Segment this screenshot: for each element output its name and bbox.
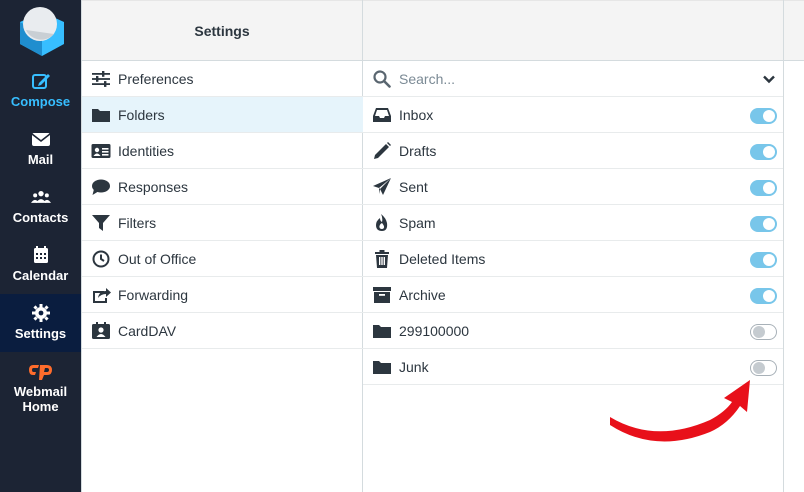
settings-item-label: Out of Office	[118, 251, 197, 267]
settings-item-label: Folders	[118, 107, 165, 123]
archive-icon	[373, 287, 391, 303]
nav-mail[interactable]: Mail	[0, 120, 81, 178]
folder-label: Inbox	[399, 107, 434, 123]
settings-item-label: Responses	[118, 179, 189, 195]
folder-icon	[373, 325, 391, 338]
nav-contacts[interactable]: Contacts	[0, 178, 81, 236]
folder-row-archive[interactable]: Archive	[363, 277, 783, 313]
clock-icon	[92, 250, 110, 268]
nav-settings-label: Settings	[14, 326, 67, 341]
trash-icon	[375, 250, 389, 268]
comment-icon	[92, 179, 110, 195]
content-edge	[784, 0, 804, 492]
paper-plane-icon	[373, 178, 391, 195]
folder-label: Drafts	[399, 143, 437, 159]
mail-icon	[31, 133, 50, 146]
settings-item-label: Preferences	[118, 71, 194, 87]
subscribe-toggle[interactable]	[750, 216, 777, 232]
folder-icon	[92, 109, 110, 122]
nav-settings[interactable]: Settings	[0, 294, 81, 352]
folder-label: 299100000	[399, 323, 470, 339]
settings-item-carddav[interactable]: CardDAV	[82, 313, 363, 349]
share-icon	[93, 288, 111, 303]
nav-webmail-home[interactable]: Webmail Home	[0, 352, 81, 414]
calendar-icon	[33, 246, 48, 263]
id-card-icon	[91, 144, 111, 158]
fire-icon	[376, 214, 388, 231]
cpanel-icon	[28, 365, 52, 380]
roundcube-logo	[20, 7, 64, 56]
pencil-icon	[374, 142, 391, 159]
settings-item-responses[interactable]: Responses	[82, 169, 363, 205]
nav-compose[interactable]: Compose	[0, 62, 81, 120]
settings-item-label: Forwarding	[118, 287, 189, 303]
folder-label: Spam	[399, 215, 436, 231]
folder-label: Sent	[399, 179, 428, 195]
filter-icon	[92, 215, 110, 231]
folder-label: Deleted Items	[399, 251, 486, 267]
subscribe-toggle[interactable]	[750, 144, 777, 160]
nav-mail-label: Mail	[27, 152, 54, 167]
main-navigation: Compose Mail Contacts Calendar Settings …	[0, 0, 81, 492]
settings-item-out-of-office[interactable]: Out of Office	[82, 241, 363, 277]
subscribe-toggle[interactable]	[750, 252, 777, 268]
contacts-icon	[30, 191, 51, 203]
subscribe-toggle[interactable]	[750, 180, 777, 196]
subscribe-toggle[interactable]	[750, 324, 777, 340]
folder-label: Archive	[399, 287, 446, 303]
address-book-icon	[92, 322, 110, 339]
folder-label: Junk	[399, 359, 429, 375]
content-header	[784, 0, 804, 61]
settings-item-folders[interactable]: Folders	[82, 97, 363, 133]
nav-calendar-label: Calendar	[12, 268, 69, 283]
settings-item-label: Filters	[118, 215, 157, 231]
search-input[interactable]	[399, 69, 729, 89]
folder-row-deleted-items[interactable]: Deleted Items	[363, 241, 783, 277]
chevron-down-icon[interactable]	[762, 72, 776, 86]
compose-icon	[31, 74, 50, 89]
folder-search	[363, 61, 783, 97]
nav-webmail-home-label: Webmail Home	[13, 384, 68, 414]
settings-item-filters[interactable]: Filters	[82, 205, 363, 241]
settings-icon	[31, 304, 50, 322]
sliders-icon	[92, 71, 110, 87]
folder-row-drafts[interactable]: Drafts	[363, 133, 783, 169]
subscribe-toggle[interactable]	[750, 108, 777, 124]
folder-row-spam[interactable]: Spam	[363, 205, 783, 241]
nav-calendar[interactable]: Calendar	[0, 236, 81, 294]
settings-item-label: Identities	[118, 143, 175, 159]
settings-title: Settings	[194, 23, 250, 39]
inbox-icon	[373, 108, 391, 122]
search-icon	[373, 70, 391, 88]
folder-row-299100000[interactable]: 299100000	[363, 313, 783, 349]
nav-contacts-label: Contacts	[12, 210, 69, 225]
folder-icon	[373, 361, 391, 374]
settings-item-label: CardDAV	[118, 323, 177, 339]
settings-header: Settings	[82, 0, 362, 61]
folder-row-sent[interactable]: Sent	[363, 169, 783, 205]
settings-item-forwarding[interactable]: Forwarding	[82, 277, 363, 313]
folder-row-inbox[interactable]: Inbox	[363, 97, 783, 133]
settings-item-identities[interactable]: Identities	[82, 133, 363, 169]
annotation-arrow-icon	[610, 380, 750, 442]
settings-panel: Settings Preferences Folders Identities	[81, 0, 363, 492]
folders-header	[363, 0, 783, 61]
settings-item-preferences[interactable]: Preferences	[82, 61, 363, 97]
subscribe-toggle[interactable]	[750, 288, 777, 304]
nav-compose-label: Compose	[10, 94, 71, 109]
